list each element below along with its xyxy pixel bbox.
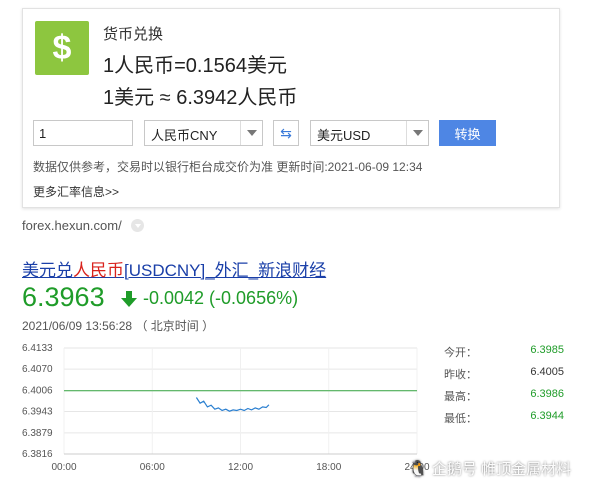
stat-value: 6.3986 — [530, 388, 564, 400]
x-tick-label: 12:00 — [228, 462, 253, 473]
swap-icon: ⇆ — [280, 124, 292, 141]
y-tick-label: 6.3816 — [22, 449, 53, 460]
more-rates-link[interactable]: 更多汇率信息>> — [33, 183, 119, 200]
x-tick-label: 00:00 — [51, 462, 76, 473]
stat-value: 6.4005 — [530, 366, 564, 378]
quote-price: 6.3963 — [22, 282, 105, 312]
x-tick-label: 18:00 — [316, 462, 341, 473]
quote-title-suffix: [USDCNY]_外汇_新浪财经 — [124, 261, 327, 280]
quote-title-highlight: 人民币 — [73, 261, 124, 280]
watermark-text: 企鹅号 帷顶金属材料 — [431, 461, 572, 478]
stat-prev-close: 昨收： 6.4005 — [444, 366, 564, 388]
amount-input[interactable] — [33, 120, 133, 146]
stat-label: 昨收： — [444, 369, 477, 381]
stat-label: 最低： — [444, 413, 477, 425]
quote-title-prefix: 美元兑 — [22, 261, 73, 280]
stat-label: 今开： — [444, 347, 477, 359]
stat-open: 今开： 6.3985 — [444, 344, 564, 366]
disclaimer-text: 数据仅供参考，交易时以银行柜台成交价为准 更新时间:2021-06-09 12:… — [33, 160, 423, 174]
stat-value: 6.3944 — [530, 410, 564, 422]
chevron-down-icon — [240, 121, 262, 145]
y-tick-label: 6.3879 — [22, 428, 53, 439]
from-currency-select[interactable]: 人民币CNY — [144, 120, 263, 146]
from-currency-value: 人民币CNY — [151, 128, 218, 143]
stat-low: 最低： 6.3944 — [444, 410, 564, 432]
to-currency-select[interactable]: 美元USD — [310, 120, 429, 146]
price-line — [195, 397, 270, 412]
y-tick-label: 6.4133 — [22, 343, 53, 354]
rate-cny-to-usd: 1人民币=0.1564美元 — [103, 55, 287, 77]
x-tick-label: 06:00 — [140, 462, 165, 473]
intraday-chart: 6.4133 6.4070 6.4006 6.3943 6.3879 6.3816 00:0… — [22, 343, 430, 473]
source-url[interactable]: forex.hexun.com/ — [22, 218, 122, 233]
stat-high: 最高： 6.3986 — [444, 388, 564, 410]
dollar-icon: $ — [35, 21, 89, 75]
y-tick-label: 6.3943 — [22, 407, 53, 418]
y-tick-label: 6.4006 — [22, 385, 53, 396]
to-currency-value: 美元USD — [317, 128, 371, 143]
quote-title-link[interactable]: 美元兑人民币[USDCNY]_外汇_新浪财经 — [22, 256, 326, 281]
watermark: 🐧 企鹅号 帷顶金属材料 — [408, 458, 571, 479]
penguin-logo-icon: 🐧 — [408, 460, 428, 478]
stat-label: 最高： — [444, 391, 477, 403]
y-tick-label: 6.4070 — [22, 364, 53, 375]
down-arrow-icon — [121, 291, 137, 307]
currency-converter-card: $ 货币兑换 1人民币=0.1564美元 1美元 ≈ 6.3942人民币 人民币… — [22, 8, 560, 208]
converter-title: 货币兑换 — [103, 26, 164, 43]
quote-timestamp: 2021/06/09 13:56:28 （ 北京时间 ） — [22, 319, 215, 333]
dropdown-icon[interactable] — [131, 219, 144, 232]
quote-stats: 今开： 6.3985 昨收： 6.4005 最高： 6.3986 最低： 6.3… — [444, 344, 564, 432]
rate-usd-to-cny: 1美元 ≈ 6.3942人民币 — [103, 87, 298, 109]
quote-change: -0.0042 (-0.0656%) — [143, 288, 299, 308]
chevron-down-icon — [406, 121, 428, 145]
stat-value: 6.3985 — [530, 344, 564, 356]
swap-currency-button[interactable]: ⇆ — [273, 120, 299, 146]
convert-button[interactable]: 转换 — [439, 120, 496, 146]
